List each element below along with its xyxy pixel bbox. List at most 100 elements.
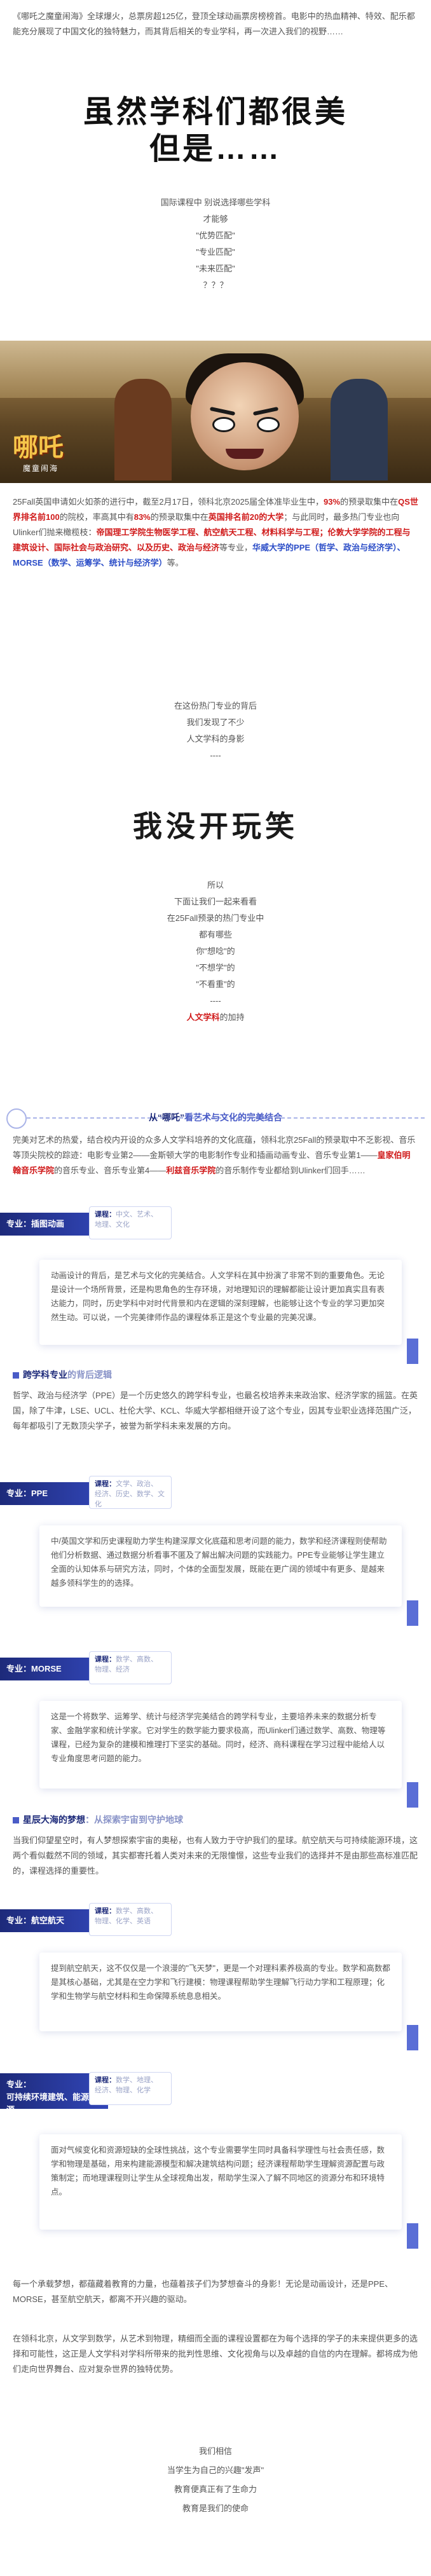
course-list-ppe: 课程：文学、政治、经济、历史、数学、文化 bbox=[89, 1476, 172, 1509]
mid-center-line: 在这份热门专业的背后 bbox=[174, 701, 257, 711]
closing-paragraph-2: 在领科北京，从文学到数学，从艺术到物理，精细而全面的课程设置都在为每个选择的学子… bbox=[13, 2334, 418, 2374]
fall-text: 等。 bbox=[167, 558, 184, 568]
heading-dreams: 星辰大海的梦想：从探索宇宙到守护地球 bbox=[0, 1813, 431, 1827]
fall-highlight: 83% bbox=[133, 512, 151, 522]
fall-highlight: 英国排名前20的大学 bbox=[208, 512, 284, 522]
course-item: 政治、 bbox=[137, 1480, 158, 1488]
mid-center-line: ---- bbox=[210, 751, 221, 760]
subject-card-aerospace: 提到航空航天，这不仅仅是一个浪漫的"飞天梦"，更是一个对理科素养极高的专业。数学… bbox=[39, 1952, 402, 2031]
course-item: 高数、 bbox=[137, 1907, 158, 1915]
card-accent bbox=[407, 2223, 418, 2249]
course-label: 课程： bbox=[95, 1480, 116, 1488]
mid-center-block: 在这份热门专业的背后 我们发现了不少 人文学科的身影 ---- bbox=[0, 698, 431, 764]
hero-title-line2: 但是…… bbox=[149, 132, 282, 166]
fall-results-paragraph: 25Fall英国申请如火如荼的进行中，截至2月17日，领科北京2025届全体准毕… bbox=[0, 494, 431, 571]
course-item: 经济、物理、化学 bbox=[95, 2087, 151, 2094]
joke-heading: 我没开玩笑 bbox=[133, 809, 298, 843]
course-item: 数学、 bbox=[116, 1907, 137, 1915]
fall-text: 的预录取集中在 bbox=[150, 512, 209, 522]
mid-center-line: 我们发现了不少 bbox=[186, 718, 245, 727]
humanities-highlight: 人文学科 bbox=[186, 1012, 220, 1022]
course-item: 高数、 bbox=[137, 1656, 158, 1663]
course-item: 地理、文化 bbox=[95, 1221, 130, 1229]
subject-card-ppe: 中/英国文学和历史课程助力学生构建深厚文化底蕴和思考问题的能力，数学和经济课程则… bbox=[39, 1525, 402, 1607]
movie-logo-subtitle: 魔童闹海 bbox=[23, 464, 59, 473]
section-title: 从“哪吒”看艺术与文化的完美结合 bbox=[0, 1110, 431, 1125]
course-label: 课程： bbox=[95, 1907, 116, 1915]
fall-text: 的院校，率高其中有 bbox=[59, 512, 134, 522]
post-center-line: 下面让我们一起来看看 bbox=[174, 897, 257, 906]
heading-part: 星辰大海的梦想 bbox=[23, 1815, 85, 1825]
heading-mark-icon bbox=[13, 1817, 19, 1824]
course-item: 数学、 bbox=[116, 1656, 137, 1663]
final-center-line: 当学生为自己的兴趣"发声" bbox=[167, 2465, 264, 2475]
course-item: 文学、 bbox=[116, 1480, 137, 1488]
section-dreams-paragraph: 当我们仰望星空时，有人梦想探索宇宙的奥秘，也有人致力于守护我们的星球。航空航天与… bbox=[13, 1836, 418, 1876]
section-arts-highlight: 利兹音乐学院 bbox=[166, 1166, 216, 1175]
subject-card-morse: 这是一个将数学、运筹学、统计与经济学完美结合的跨学科专业，主要培养未来的数据分析… bbox=[39, 1701, 402, 1789]
fall-text: 25Fall英国申请如火如荼的进行中，截至2月17日，领科北京2025届全体准毕… bbox=[13, 497, 324, 507]
course-list-morse: 课程：数学、高数、 物理、经济 bbox=[89, 1651, 172, 1684]
heading-mark-icon bbox=[13, 1372, 19, 1379]
hero-title-line1: 虽然学科们都很美 bbox=[83, 95, 348, 129]
heading-interdisciplinary: 跨学科专业的背后逻辑 bbox=[0, 1368, 431, 1382]
course-list-sustainable: 课程：数学、地理、 经济、物理、化学 bbox=[89, 2072, 172, 2105]
course-label: 课程： bbox=[95, 1656, 116, 1663]
movie-character-eye-right bbox=[257, 417, 280, 432]
post-center-line: "不看重"的 bbox=[196, 979, 235, 989]
final-center-line: 教育是我们的使命 bbox=[182, 2504, 249, 2513]
course-item: 经济、历史、数学、文化 bbox=[95, 1490, 165, 1508]
post-center-line: 你"想唸"的 bbox=[196, 946, 235, 956]
post-center-last-line: 人文学科的加持 bbox=[0, 1009, 431, 1026]
course-list-animation: 课程：中文、艺术、 地理、文化 bbox=[89, 1206, 172, 1239]
card-accent bbox=[407, 1339, 418, 1364]
article-page: 《哪吒之魔童闹海》全球爆火，总票房超125亿，登顶全球动画票房榜榜首。电影中的热… bbox=[0, 0, 431, 2576]
section-title-part: 看艺术与文化的完美结合 bbox=[184, 1112, 282, 1122]
pre-center-line: "优势匹配" bbox=[196, 231, 235, 240]
heading-part: 跨学科专业 bbox=[23, 1370, 67, 1380]
section-arts-paragraph: 完美对艺术的热爱，结合校内开设的众多人文学科培养的文化底蕴，领科北京25Fall… bbox=[0, 1133, 431, 1178]
final-center-line: 我们相信 bbox=[198, 2446, 232, 2456]
pre-center-block: 国际课程中 别说选择哪些学科 才能够 "优势匹配" "专业匹配" "未来匹配" … bbox=[0, 194, 431, 294]
closing-paragraph-1: 每一个承载梦想，都蕴藏着教育的力量，也蕴着孩子们为梦想奋斗的身影！无论是动画设计… bbox=[13, 2279, 393, 2304]
final-center-block: 我们相信 当学生为自己的兴趣"发声" 教育便真正有了生命力 教育是我们的使命 bbox=[0, 2442, 431, 2518]
intro-paragraph: 《哪吒之魔童闹海》全球爆火，总票房超125亿，登顶全球动画票房榜榜首。电影中的热… bbox=[13, 11, 415, 36]
movie-character-eye-left bbox=[212, 417, 235, 432]
course-label: 课程： bbox=[95, 1211, 116, 1218]
fall-text: 等专业， bbox=[219, 543, 253, 552]
section-arts-text: 的音乐制作专业都给到Ulinker们回手…… bbox=[216, 1166, 366, 1175]
card-accent bbox=[407, 1600, 418, 1626]
post-center-line: 所以 bbox=[207, 880, 224, 890]
movie-figure-right bbox=[331, 379, 388, 480]
fall-highlight: 93% bbox=[324, 497, 341, 507]
movie-character-mouth bbox=[226, 449, 264, 459]
course-label: 课程： bbox=[95, 2076, 116, 2084]
section-arts-text: 完美对艺术的热爱，结合校内开设的众多人文学科培养的文化底蕴，领科北京25Fall… bbox=[13, 1135, 416, 1160]
course-item: 物理、经济 bbox=[95, 1666, 130, 1673]
heading-part: 的背后逻辑 bbox=[67, 1370, 112, 1380]
heading-part: ：从探索宇宙到守护地球 bbox=[85, 1815, 183, 1825]
pre-center-line: ？？？ bbox=[203, 280, 228, 290]
post-center-block: 所以 下面让我们一起来看看 在25Fall预录的热门专业中 都有哪些 你"想唸"… bbox=[0, 877, 431, 1026]
course-item: 艺术、 bbox=[137, 1211, 158, 1218]
subject-card-animation: 动画设计的背后，是艺术与文化的完美结合。人文学科在其中扮演了非常不到的重要角色。… bbox=[39, 1260, 402, 1345]
section-title-part: 从“哪吒” bbox=[149, 1112, 184, 1122]
section-header-arts: 从“哪吒”看艺术与文化的完美结合 bbox=[0, 1107, 431, 1133]
post-center-line: 都有哪些 bbox=[198, 930, 232, 939]
post-center-line: ---- bbox=[210, 996, 221, 1005]
movie-figure-left bbox=[114, 379, 172, 480]
course-item: 中文、 bbox=[116, 1211, 137, 1218]
pre-center-line: "未来匹配" bbox=[196, 264, 235, 273]
subject-card-sustainable: 面对气候变化和资源短缺的全球性挑战，这个专业需要学生同时具备科学理性与社会责任感… bbox=[39, 2134, 402, 2230]
course-item: 数学、 bbox=[116, 2076, 137, 2084]
card-accent bbox=[407, 1782, 418, 1808]
section-ppe-paragraph: 哲学、政治与经济学（PPE）是一个历史悠久的跨学科专业，也最名校培养未来政治家、… bbox=[13, 1391, 418, 1431]
movie-still-image: 哪吒 魔童闹海 bbox=[0, 341, 431, 483]
course-list-aerospace: 课程：数学、高数、物理、化学、英语 bbox=[89, 1903, 172, 1936]
mid-center-line: 人文学科的身影 bbox=[186, 734, 245, 744]
course-item: 物理、化学、英语 bbox=[95, 1918, 151, 1925]
post-center-line: 在25Fall预录的热门专业中 bbox=[167, 913, 264, 923]
pre-center-line: "专业匹配" bbox=[196, 247, 235, 257]
pre-center-line: 国际课程中 别说选择哪些学科 bbox=[160, 198, 271, 207]
card-accent bbox=[407, 2025, 418, 2050]
